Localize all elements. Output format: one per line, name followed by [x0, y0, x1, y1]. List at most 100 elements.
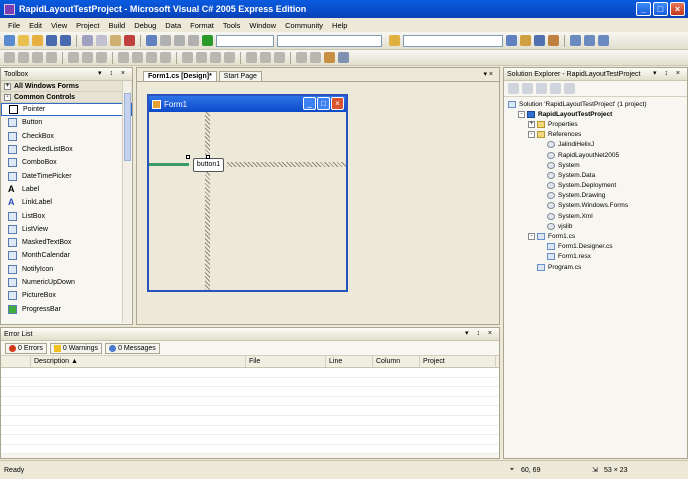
configuration-combo[interactable]	[216, 34, 274, 47]
toolbox-item-listbox[interactable]: ListBox	[1, 209, 132, 222]
column-column[interactable]: Column	[373, 356, 420, 367]
make-same-height-icon[interactable]	[146, 52, 157, 63]
menu-edit[interactable]: Edit	[29, 21, 42, 30]
toolbox-item-checkedlistbox[interactable]: CheckedListBox	[1, 143, 132, 156]
layout-icon-a[interactable]	[570, 35, 581, 46]
menu-project[interactable]: Project	[76, 21, 99, 30]
collapse-icon[interactable]: -	[528, 233, 535, 241]
tree-item[interactable]: JalindiHelixJ	[504, 140, 687, 150]
tree-item[interactable]: Solution 'RapidLayoutTestProject' (1 pro…	[504, 99, 687, 109]
tab-start-page[interactable]: Start Page	[218, 71, 262, 81]
minimize-button[interactable]: _	[636, 2, 651, 16]
tree-item[interactable]: Form1.resx	[504, 252, 687, 262]
toolbox-item-listview[interactable]: ListView	[1, 223, 132, 236]
toolbox-item-maskedtextbox[interactable]: MaskedTextBox	[1, 236, 132, 249]
send-to-back-icon[interactable]	[310, 52, 321, 63]
solution-explorer-controls[interactable]: ▾ ↕ ×	[653, 69, 683, 77]
tree-item[interactable]: System.Drawing	[504, 191, 687, 201]
menu-tools[interactable]: Tools	[223, 21, 241, 30]
new-project-icon[interactable]	[4, 35, 15, 46]
add-item-icon[interactable]	[18, 35, 29, 46]
menu-data[interactable]: Data	[165, 21, 181, 30]
document-close-controls[interactable]: ▾ ×	[483, 70, 493, 78]
menu-format[interactable]: Format	[190, 21, 214, 30]
toolbox-item-notifyicon[interactable]: NotifyIcon	[1, 263, 132, 276]
delete-icon[interactable]	[124, 35, 135, 46]
align-to-grid-icon[interactable]	[4, 52, 15, 63]
object-browser-icon[interactable]	[534, 35, 545, 46]
resize-handle[interactable]	[206, 155, 210, 159]
save-icon[interactable]	[46, 35, 57, 46]
column-project[interactable]: Project	[420, 356, 496, 367]
tree-item[interactable]: System.Deployment	[504, 181, 687, 191]
toolbox-item-datetimepicker[interactable]: DateTimePicker	[1, 169, 132, 182]
align-tops-icon[interactable]	[68, 52, 79, 63]
menu-file[interactable]: File	[8, 21, 20, 30]
bring-to-front-icon[interactable]	[296, 52, 307, 63]
platform-combo[interactable]	[403, 34, 503, 47]
toolbox-group-all[interactable]: + All Windows Forms	[1, 81, 132, 92]
tree-item[interactable]: System	[504, 160, 687, 170]
errors-filter-button[interactable]: 0 Errors	[5, 342, 47, 354]
warnings-filter-button[interactable]: 0 Warnings	[49, 342, 103, 354]
horizontal-splitter[interactable]	[227, 162, 346, 167]
toolbox-item-button[interactable]: Button	[1, 116, 132, 129]
toolbox-item-progressbar[interactable]: ProgressBar	[1, 302, 132, 315]
toolbox-item-linklabel[interactable]: A LinkLabel	[1, 196, 132, 209]
properties-window-icon[interactable]	[520, 35, 531, 46]
toolbox-icon[interactable]	[548, 35, 559, 46]
toolbox-item-picturebox[interactable]: PictureBox	[1, 289, 132, 302]
center-vertically-icon[interactable]	[274, 52, 285, 63]
menu-debug[interactable]: Debug	[134, 21, 156, 30]
make-same-width-icon[interactable]	[118, 52, 129, 63]
decrease-spacing-icon[interactable]	[210, 52, 221, 63]
redo-icon[interactable]	[160, 35, 171, 46]
view-designer-icon[interactable]	[564, 83, 575, 94]
copy-icon[interactable]	[96, 35, 107, 46]
expand-icon[interactable]: +	[528, 120, 535, 128]
toolbox-scrollbar[interactable]	[122, 81, 131, 323]
paste-icon[interactable]	[110, 35, 121, 46]
menu-view[interactable]: View	[51, 21, 67, 30]
tree-item[interactable]: System.Data	[504, 170, 687, 180]
toolbox-item-numericupdown[interactable]: NumericUpDown	[1, 276, 132, 289]
tree-item[interactable]: System.Xml	[504, 211, 687, 221]
undo-icon[interactable]	[146, 35, 157, 46]
layout-icon-b[interactable]	[584, 35, 595, 46]
navigate-forward-icon[interactable]	[188, 35, 199, 46]
tree-item[interactable]: Form1.Designer.cs	[504, 242, 687, 252]
cut-icon[interactable]	[82, 35, 93, 46]
column-file[interactable]: File	[246, 356, 326, 367]
toolbox-item-monthcalendar[interactable]: MonthCalendar	[1, 249, 132, 262]
tree-item[interactable]: + Properties	[504, 119, 687, 129]
find-combo[interactable]	[277, 34, 382, 47]
layout-icon-c[interactable]	[598, 35, 609, 46]
start-debugging-icon[interactable]	[202, 35, 213, 46]
column-line[interactable]: Line	[326, 356, 373, 367]
view-code-icon[interactable]	[550, 83, 561, 94]
form-maximize-button[interactable]: □	[317, 97, 330, 110]
increase-spacing-icon[interactable]	[196, 52, 207, 63]
align-lefts-icon[interactable]	[18, 52, 29, 63]
tab-order-icon[interactable]	[338, 52, 349, 63]
form-close-button[interactable]: ×	[331, 97, 344, 110]
align-bottoms-icon[interactable]	[96, 52, 107, 63]
error-list-controls[interactable]: ▾ ↕ ×	[465, 329, 495, 337]
lock-controls-icon[interactable]	[324, 52, 335, 63]
button1-control[interactable]: button1	[193, 158, 224, 172]
toolbox-item-label[interactable]: A Label	[1, 183, 132, 196]
navigate-back-icon[interactable]	[174, 35, 185, 46]
tree-item[interactable]: - References	[504, 130, 687, 140]
vertical-spacing-icon[interactable]	[246, 52, 257, 63]
menu-help[interactable]: Help	[332, 21, 347, 30]
toolbox-panel-controls[interactable]: ▾ ↕ ×	[98, 69, 128, 77]
scrollbar-thumb[interactable]	[124, 93, 131, 161]
tree-item[interactable]: System.Windows.Forms	[504, 201, 687, 211]
refresh-icon[interactable]	[536, 83, 547, 94]
make-same-size-icon[interactable]	[160, 52, 171, 63]
show-all-files-icon[interactable]	[522, 83, 533, 94]
properties-icon[interactable]	[508, 83, 519, 94]
collapse-icon[interactable]: -	[518, 110, 525, 118]
resize-handle[interactable]	[186, 155, 190, 159]
align-rights-icon[interactable]	[46, 52, 57, 63]
